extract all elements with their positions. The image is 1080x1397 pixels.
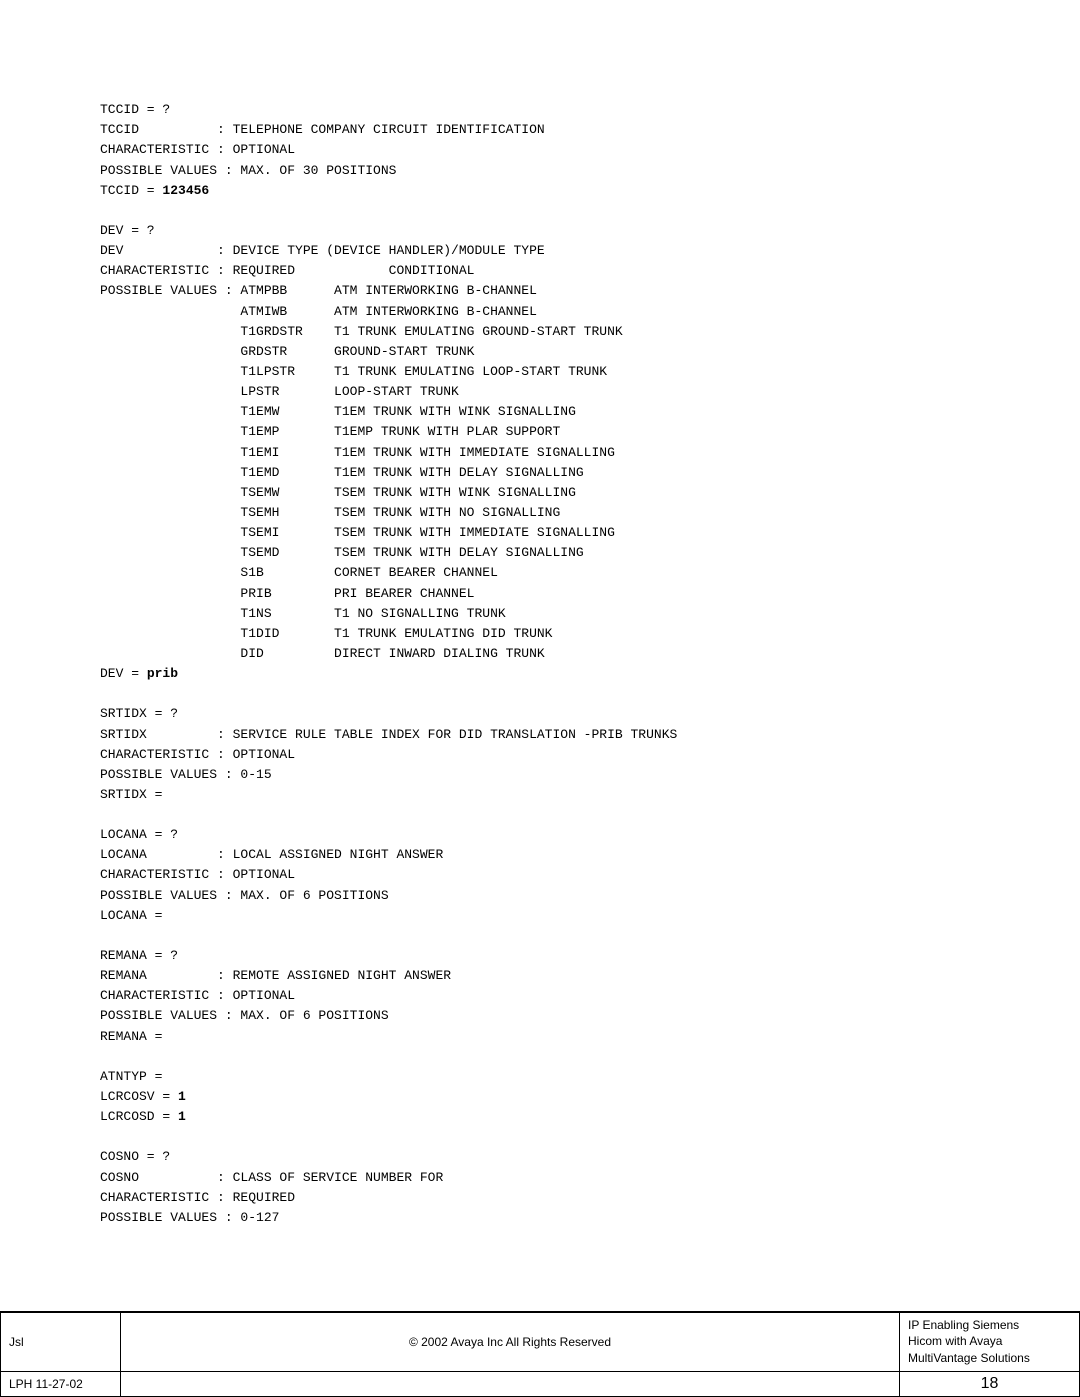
- footer-bottom-center: [121, 1372, 900, 1397]
- footer-row-2: LPH 11-27-02 18: [1, 1372, 1080, 1397]
- footer-row-1: Jsl © 2002 Avaya Inc All Rights Reserved…: [1, 1312, 1080, 1371]
- footer-page-number: 18: [900, 1372, 1080, 1397]
- page-footer: Jsl © 2002 Avaya Inc All Rights Reserved…: [0, 1311, 1080, 1397]
- footer-product-line1: IP Enabling Siemens: [908, 1318, 1019, 1332]
- footer-table: Jsl © 2002 Avaya Inc All Rights Reserved…: [0, 1312, 1080, 1397]
- footer-product: IP Enabling Siemens Hicom with Avaya Mul…: [900, 1312, 1080, 1371]
- footer-author: Jsl: [1, 1312, 121, 1371]
- footer-copyright: © 2002 Avaya Inc All Rights Reserved: [121, 1312, 900, 1371]
- lcrcosd-value: 1: [178, 1109, 186, 1124]
- dev-value: prib: [147, 666, 178, 681]
- tccid-query-line: TCCID = ? TCCID : TELEPHONE COMPANY CIRC…: [100, 102, 677, 1225]
- footer-product-line3: MultiVantage Solutions: [908, 1351, 1030, 1365]
- main-text: TCCID = ? TCCID : TELEPHONE COMPANY CIRC…: [100, 80, 980, 1268]
- footer-doc-id: LPH 11-27-02: [1, 1372, 121, 1397]
- footer-product-line2: Hicom with Avaya: [908, 1334, 1002, 1348]
- tccid-value: 123456: [162, 183, 209, 198]
- lcrcosv-value: 1: [178, 1089, 186, 1104]
- page-content: TCCID = ? TCCID : TELEPHONE COMPANY CIRC…: [0, 0, 1080, 1288]
